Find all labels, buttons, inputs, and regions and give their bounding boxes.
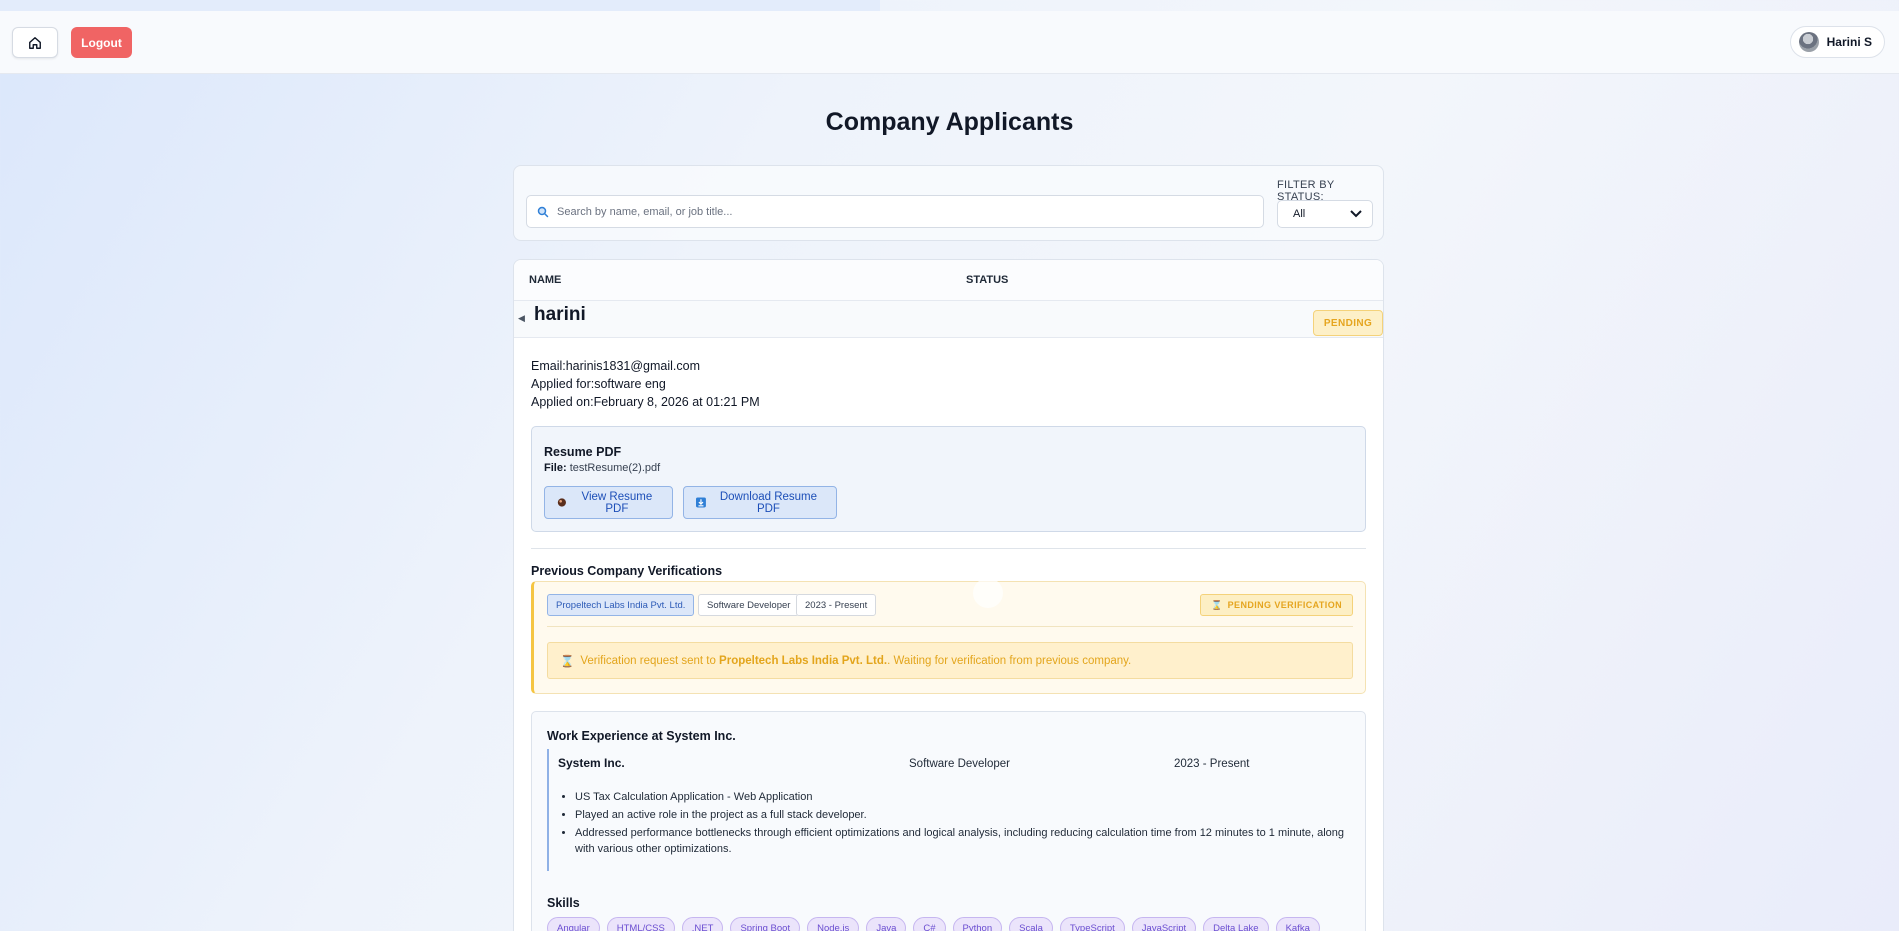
list-item: Played an active role in the project as …	[575, 807, 1345, 823]
avatar	[1798, 32, 1819, 52]
skill-tag: Java	[866, 917, 907, 931]
view-resume-button[interactable]: View Resume PDF	[544, 486, 673, 519]
verification-card: Propeltech Labs India Pvt. Ltd. Software…	[531, 581, 1366, 694]
pending-verification-badge: ⌛ PENDING VERIFICATION	[1200, 594, 1353, 616]
hourglass-icon: ⌛	[560, 655, 575, 668]
applicant-name: harini	[534, 304, 586, 325]
profile-menu[interactable]: Harini S	[1789, 26, 1885, 58]
applied-for-label: Applied for:	[531, 377, 595, 391]
applicants-table: NAME STATUS ◀ harini PENDING Email:harin…	[513, 259, 1384, 931]
search-icon	[537, 206, 549, 217]
work-company: System Inc.	[558, 756, 625, 770]
email-value: harinis1831@gmail.com	[565, 359, 701, 373]
download-resume-label: Download Resume PDF	[719, 490, 818, 515]
work-experience-panel: Work Experience at System Inc. System In…	[531, 711, 1366, 931]
logout-button[interactable]: Logout	[71, 27, 132, 58]
status-select-value: All	[1293, 208, 1306, 220]
company-chip: Propeltech Labs India Pvt. Ltd.	[547, 594, 695, 616]
status-select[interactable]: All	[1277, 200, 1373, 228]
work-experience-title: Work Experience at System Inc.	[547, 729, 736, 743]
status-badge: PENDING	[1313, 310, 1383, 336]
previous-verifications-title: Previous Company Verifications	[531, 564, 723, 578]
home-button[interactable]	[12, 27, 58, 58]
skill-tag: Python	[952, 917, 1003, 931]
resume-file-label: File:	[544, 462, 567, 474]
resume-title: Resume PDF	[544, 445, 622, 459]
chevron-down-icon	[1350, 210, 1362, 218]
column-header-name: NAME	[529, 274, 562, 286]
list-item: Addressed performance bottlenecks throug…	[575, 825, 1345, 857]
skill-tag: Angular	[547, 917, 600, 931]
role-chip: Software Developer	[698, 594, 800, 616]
download-resume-button[interactable]: Download Resume PDF	[683, 486, 837, 519]
top-bar: Logout Harini S	[0, 11, 1899, 74]
column-header-status: STATUS	[966, 274, 1009, 286]
divider	[531, 548, 1366, 549]
skill-tag: C#	[913, 917, 946, 931]
skill-tag: HTML/CSS	[606, 917, 675, 931]
verification-divider	[547, 626, 1353, 627]
verification-message-text: Verification request sent to Propeltech …	[580, 655, 1131, 667]
verification-message: ⌛ Verification request sent to Propeltec…	[547, 642, 1353, 679]
message-company: Propeltech Labs India Pvt. Ltd.	[719, 654, 888, 667]
skill-tag: Scala	[1009, 917, 1053, 931]
work-entry: System Inc. Software Developer 2023 - Pr…	[547, 749, 1353, 871]
message-suffix: . Waiting for verification from previous…	[887, 654, 1132, 667]
download-icon	[696, 497, 706, 508]
applied-for-line: Applied for:software eng	[531, 375, 760, 393]
email-line: Email:harinis1831@gmail.com	[531, 357, 760, 375]
period-chip: 2023 - Present	[796, 594, 877, 616]
resume-panel: Resume PDF File: testResume(2).pdf View …	[531, 426, 1366, 532]
user-name: Harini S	[1826, 35, 1872, 49]
work-bullets: US Tax Calculation Application - Web App…	[575, 789, 1345, 859]
skills-list: Angular HTML/CSS .NET Spring Boot Node.j…	[547, 917, 1320, 931]
applied-on-value: February 8, 2026 at 01:21 PM	[593, 395, 760, 409]
top-strip	[0, 0, 880, 11]
list-item: US Tax Calculation Application - Web App…	[575, 789, 1345, 805]
search-input[interactable]	[557, 205, 1263, 218]
applied-for-value: software eng	[594, 377, 666, 391]
skills-title: Skills	[547, 896, 580, 910]
skill-tag: Kafka	[1275, 917, 1320, 931]
filter-panel: FILTER BY STATUS: All	[513, 165, 1384, 241]
table-header: NAME STATUS	[514, 260, 1383, 301]
work-period: 2023 - Present	[1174, 758, 1250, 770]
work-role: Software Developer	[909, 758, 1010, 770]
resume-file-name: testResume(2).pdf	[569, 462, 661, 474]
applied-on-line: Applied on:February 8, 2026 at 01:21 PM	[531, 393, 760, 411]
home-icon	[29, 36, 41, 49]
skill-tag: JavaScript	[1131, 917, 1197, 931]
hourglass-icon: ⌛	[1211, 599, 1223, 610]
view-resume-label: View Resume PDF	[581, 490, 653, 515]
applied-on-label: Applied on:	[531, 395, 594, 409]
page-title: Company Applicants	[825, 108, 1074, 136]
email-label: Email:	[531, 359, 566, 373]
applicant-details: Email:harinis1831@gmail.com Applied for:…	[531, 357, 760, 411]
eye-icon	[557, 498, 566, 507]
skill-tag: Spring Boot	[730, 917, 801, 931]
message-prefix: Verification request sent to	[580, 654, 720, 667]
skill-tag: TypeScript	[1059, 917, 1125, 931]
caret-left-icon[interactable]: ◀	[518, 313, 525, 324]
search-box[interactable]	[526, 195, 1264, 228]
table-row[interactable]: ◀ harini PENDING	[514, 301, 1383, 338]
skill-tag: Delta Lake	[1203, 917, 1269, 931]
resume-file: File: testResume(2).pdf	[544, 462, 660, 474]
skill-tag: .NET	[681, 917, 724, 931]
skill-tag: Node.js	[807, 917, 860, 931]
pending-verification-label: PENDING VERIFICATION	[1227, 600, 1342, 610]
cursor-highlight	[973, 578, 1003, 608]
